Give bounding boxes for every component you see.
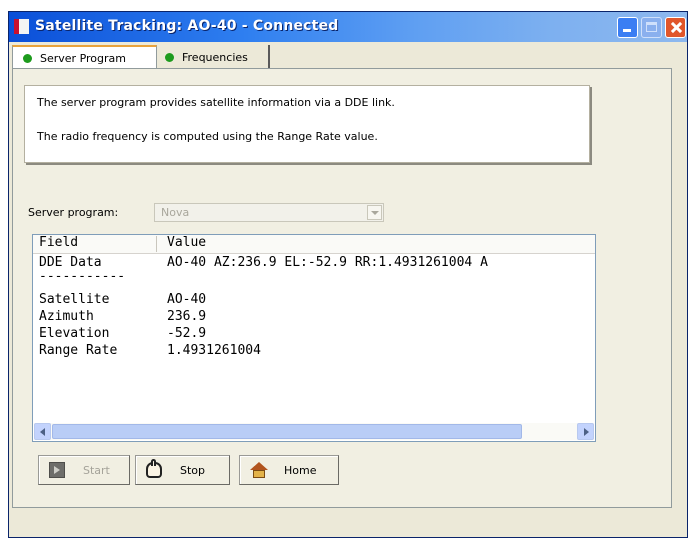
server-program-label: Server program: bbox=[28, 206, 119, 219]
row-field: Elevation bbox=[39, 326, 110, 341]
chevron-down-icon[interactable] bbox=[367, 205, 382, 220]
home-button[interactable]: Home bbox=[239, 455, 339, 485]
close-button[interactable] bbox=[665, 17, 686, 38]
column-header: Field Value bbox=[33, 235, 595, 254]
column-header-field[interactable]: Field bbox=[39, 235, 78, 250]
app-icon bbox=[14, 19, 29, 34]
server-program-select[interactable]: Nova bbox=[154, 203, 384, 222]
row-separator: ----------- bbox=[39, 269, 126, 284]
row-field: Range Rate bbox=[39, 343, 118, 358]
maximize-button[interactable] bbox=[641, 17, 662, 38]
status-dot-icon bbox=[23, 53, 32, 63]
start-button-label: Start bbox=[83, 463, 110, 477]
tab-server-program[interactable]: Server Program bbox=[12, 45, 157, 69]
minimize-button[interactable] bbox=[617, 17, 638, 38]
title-bar[interactable]: Satellite Tracking: AO-40 - Connected bbox=[9, 12, 687, 42]
scroll-thumb[interactable] bbox=[52, 424, 522, 439]
hand-stop-icon bbox=[146, 459, 162, 478]
status-dot-icon bbox=[165, 52, 174, 62]
stop-button[interactable]: Stop bbox=[135, 455, 230, 485]
info-box: The server program provides satellite in… bbox=[24, 85, 590, 163]
row-value: AO-40 AZ:236.9 EL:-52.9 RR:1.4931261004 … bbox=[167, 255, 488, 270]
start-button[interactable]: Start bbox=[38, 455, 130, 485]
tab-label: Frequencies bbox=[182, 50, 248, 64]
home-icon bbox=[250, 462, 268, 478]
scroll-right-icon[interactable] bbox=[577, 423, 594, 440]
tab-frequencies[interactable]: Frequencies bbox=[157, 45, 270, 69]
row-value: 1.4931261004 bbox=[167, 343, 261, 358]
row-field: Satellite bbox=[39, 292, 110, 307]
info-text: The server program provides satellite in… bbox=[37, 96, 395, 109]
info-text: The radio frequency is computed using th… bbox=[37, 130, 378, 143]
data-listview[interactable]: Field Value DDE Data AO-40 AZ:236.9 EL:-… bbox=[32, 234, 596, 442]
start-icon bbox=[49, 462, 65, 478]
server-program-value: Nova bbox=[161, 206, 190, 219]
horizontal-scrollbar[interactable] bbox=[34, 423, 594, 440]
row-value: AO-40 bbox=[167, 292, 207, 307]
tab-label: Server Program bbox=[40, 51, 126, 65]
scroll-left-icon[interactable] bbox=[34, 423, 51, 440]
stop-button-label: Stop bbox=[180, 463, 206, 477]
row-value: -52.9 bbox=[167, 326, 207, 341]
window-title: Satellite Tracking: AO-40 - Connected bbox=[35, 18, 339, 34]
row-field: Azimuth bbox=[39, 309, 94, 324]
column-divider[interactable] bbox=[156, 236, 157, 252]
row-value: 236.9 bbox=[167, 309, 207, 324]
column-header-value[interactable]: Value bbox=[167, 235, 206, 250]
home-button-label: Home bbox=[284, 463, 317, 477]
